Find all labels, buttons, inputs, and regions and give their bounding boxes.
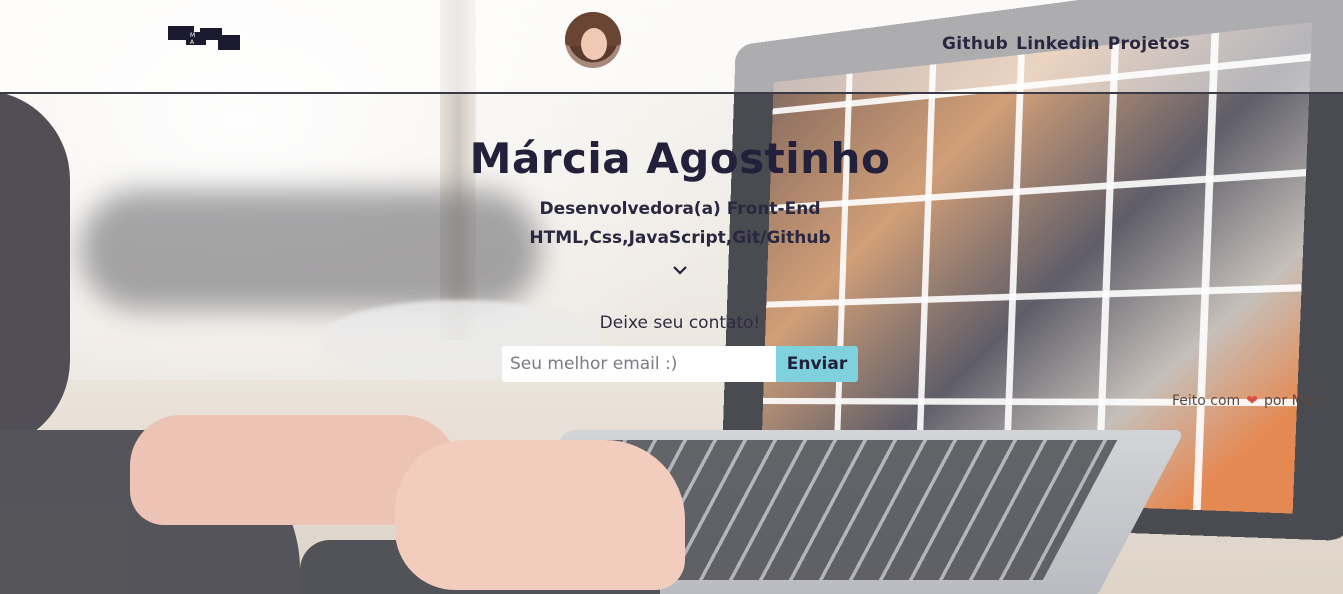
chevron-down-icon[interactable]: [672, 263, 688, 277]
footer-prefix: Feito com: [1172, 393, 1241, 409]
main-nav: Github Linkedin Projetos: [942, 34, 1190, 54]
role-subtitle: Desenvolvedora(a) Front-End: [539, 199, 821, 219]
heart-icon: ❤: [1246, 393, 1258, 409]
page-title: Márcia Agostinho: [469, 134, 891, 183]
nav-link-github[interactable]: Github: [942, 34, 1008, 54]
send-button[interactable]: Enviar: [776, 346, 858, 382]
contact-form: Enviar: [502, 346, 858, 382]
site-header: M A Github Linkedin Projetos: [0, 0, 1343, 94]
footer-suffix: por Márc: [1263, 393, 1326, 409]
avatar: [565, 12, 621, 68]
contact-label: Deixe seu contato!: [599, 313, 761, 333]
footer-credit: Feito com ❤ por Márc: [1172, 393, 1325, 409]
nav-link-projetos[interactable]: Projetos: [1108, 34, 1190, 54]
logo-text: M A: [190, 32, 210, 46]
email-field[interactable]: [502, 346, 776, 382]
tech-stack: HTML,Css,JavaScript,Git/Github: [529, 228, 831, 248]
site-logo[interactable]: M A: [168, 26, 240, 50]
nav-link-linkedin[interactable]: Linkedin: [1016, 34, 1100, 54]
